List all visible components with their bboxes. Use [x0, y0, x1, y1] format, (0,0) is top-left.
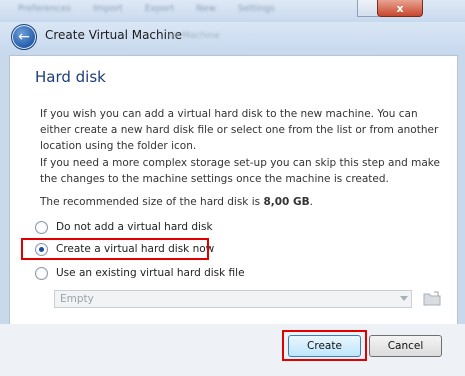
- parent-window-titlebar: Preferences Import Export New Settings x: [0, 0, 465, 22]
- toolbar-item: Settings: [237, 4, 275, 14]
- radio-no-disk[interactable]: Do not add a virtual hard disk: [35, 219, 213, 235]
- recommended-size-value: 8,00 GB: [263, 196, 310, 208]
- chevron-down-icon: [400, 296, 408, 301]
- existing-disk-value: Empty: [60, 293, 94, 305]
- toolbar-item: New: [196, 4, 216, 14]
- cancel-button[interactable]: Cancel: [369, 335, 442, 357]
- radio-existing-disk[interactable]: Use an existing virtual hard disk file: [35, 265, 245, 281]
- toolbar-item: Export: [144, 4, 175, 14]
- recommended-size-label: The recommended size of the hard disk is: [40, 196, 264, 208]
- wizard-page: Hard disk If you wish you can add a virt…: [9, 55, 458, 325]
- page-title: Hard disk: [35, 68, 106, 86]
- blurred-title-text: ne Machine: [168, 31, 220, 41]
- annotation-highlight-box: [21, 238, 209, 260]
- parent-toolbar: Preferences Import Export New Settings: [18, 0, 288, 18]
- toolbar-item: Preferences: [18, 4, 71, 14]
- arrow-left-icon: ←: [18, 29, 30, 45]
- close-button[interactable]: x: [377, 0, 423, 17]
- recommended-size-suffix: .: [309, 196, 313, 208]
- radio-button[interactable]: [35, 220, 48, 234]
- maximize-button[interactable]: [357, 0, 379, 17]
- advanced-paragraph: If you need a more complex storage set-u…: [40, 157, 440, 185]
- intro-paragraph: If you wish you can add a virtual hard d…: [40, 108, 439, 152]
- toolbar-item: Import: [92, 4, 123, 14]
- radio-label: Do not add a virtual hard disk: [56, 221, 213, 233]
- dialog-title: Create Virtual Machine: [45, 28, 182, 42]
- back-button[interactable]: ←: [11, 24, 37, 50]
- radio-button[interactable]: [35, 266, 48, 280]
- folder-icon[interactable]: [423, 290, 441, 306]
- create-button[interactable]: Create: [288, 335, 361, 357]
- recommended-size-text: The recommended size of the hard disk is…: [40, 194, 440, 210]
- close-icon: x: [396, 1, 404, 15]
- existing-disk-select[interactable]: Empty: [54, 290, 412, 308]
- radio-label: Use an existing virtual hard disk file: [56, 267, 245, 279]
